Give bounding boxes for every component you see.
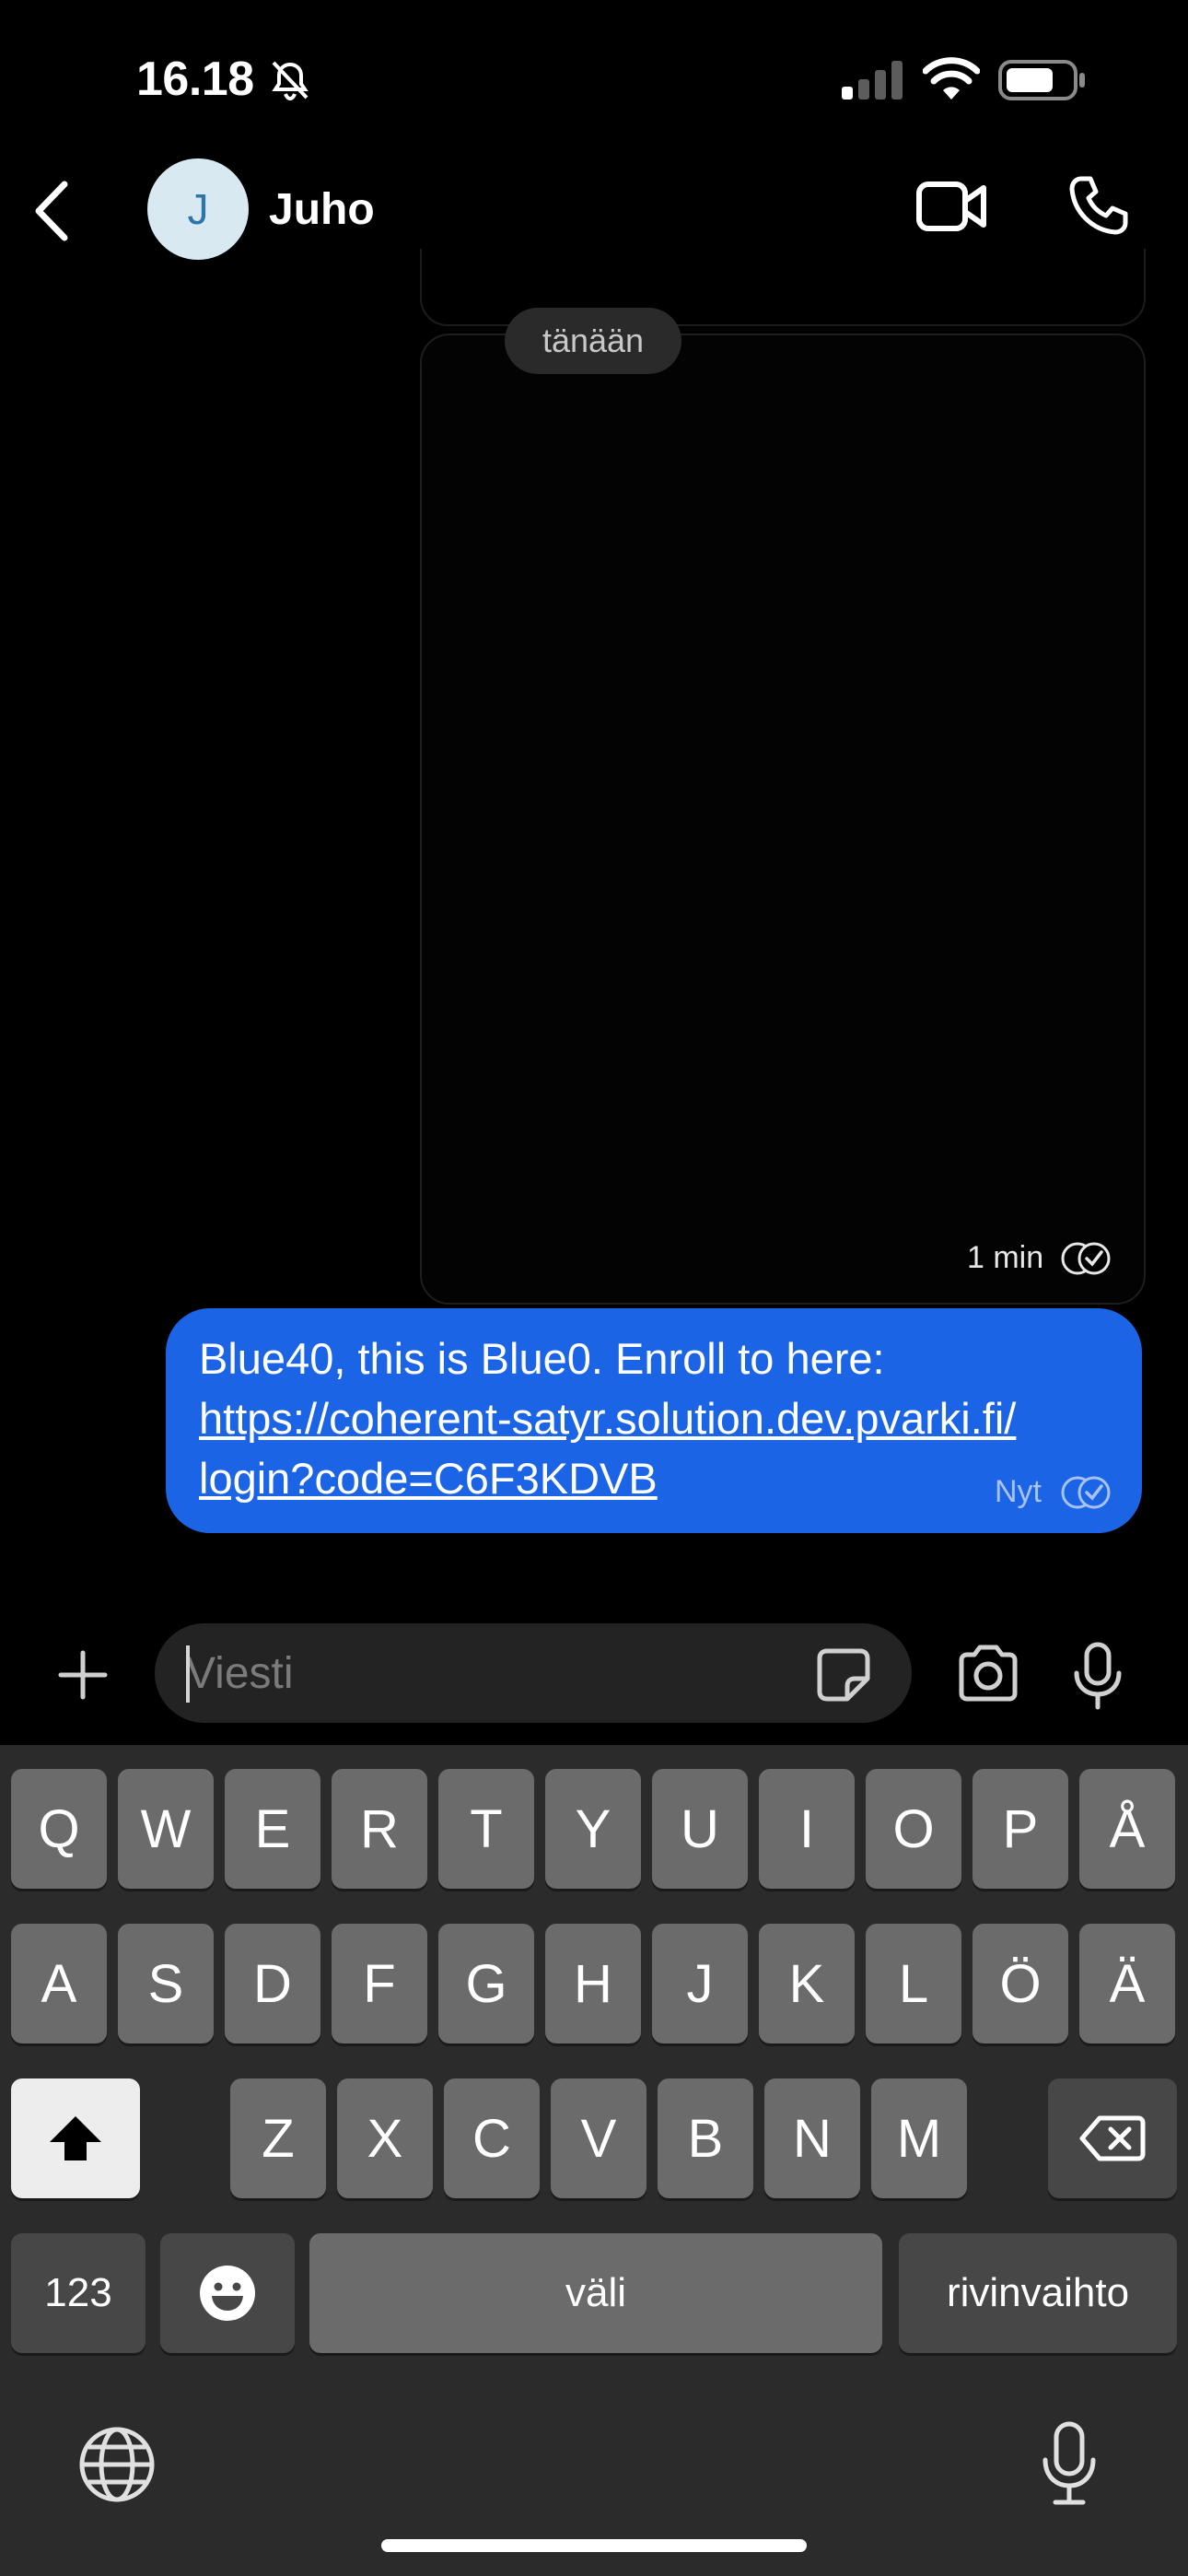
message-link-continued[interactable]: login?code=C6F3KDVB <box>199 1448 1120 1508</box>
status-time: 16.18 <box>136 53 254 106</box>
key-w[interactable]: W <box>118 1769 214 1889</box>
key-a-umlaut[interactable]: Ä <box>1079 1924 1175 2043</box>
message-line: Blue40, this is Blue0. Enroll to here: <box>199 1334 885 1383</box>
avatar-initial: J <box>187 185 209 233</box>
battery-icon <box>998 60 1085 100</box>
key-n[interactable]: N <box>764 2078 860 2198</box>
key-u[interactable]: U <box>652 1769 748 1889</box>
key-s[interactable]: S <box>118 1924 214 2043</box>
dictation-icon[interactable] <box>1041 2421 1098 2506</box>
phone-icon[interactable] <box>1068 175 1129 236</box>
key-i[interactable]: I <box>759 1769 855 1889</box>
sticker-icon[interactable] <box>814 1645 873 1704</box>
key-m[interactable]: M <box>871 2078 967 2198</box>
return-key[interactable]: rivinvaihto <box>899 2233 1177 2353</box>
message-time: Nyt <box>995 1474 1042 1509</box>
text-cursor <box>186 1645 190 1703</box>
double-check-icon <box>1061 1476 1111 1509</box>
key-t[interactable]: T <box>438 1769 534 1889</box>
key-h[interactable]: H <box>545 1924 641 2043</box>
mic-icon[interactable] <box>1072 1642 1124 1710</box>
media-message-time: 1 min <box>967 1240 1044 1275</box>
key-l[interactable]: L <box>866 1924 961 2043</box>
message-link[interactable]: https://coherent-satyr.solution.dev.pvar… <box>199 1388 1120 1448</box>
key-y[interactable]: Y <box>545 1769 641 1889</box>
space-key[interactable]: väli <box>309 2233 882 2353</box>
key-e[interactable]: E <box>225 1769 320 1889</box>
key-c[interactable]: C <box>444 2078 540 2198</box>
emoji-icon <box>200 2266 255 2321</box>
key-a[interactable]: A <box>11 1924 107 2043</box>
emoji-key[interactable] <box>160 2233 295 2353</box>
date-separator: tänään <box>505 308 681 374</box>
key-v[interactable]: V <box>551 2078 646 2198</box>
shift-key[interactable] <box>11 2078 140 2198</box>
globe-icon[interactable] <box>77 2425 157 2504</box>
key-k[interactable]: K <box>759 1924 855 2043</box>
video-call-icon[interactable] <box>915 179 987 234</box>
back-icon[interactable] <box>29 179 76 243</box>
wifi-icon <box>923 57 980 100</box>
key-r[interactable]: R <box>332 1769 427 1889</box>
avatar[interactable]: J <box>147 158 249 260</box>
key-o-umlaut[interactable]: Ö <box>973 1924 1068 2043</box>
key-j[interactable]: J <box>652 1924 748 2043</box>
key-x[interactable]: X <box>337 2078 433 2198</box>
signal-icon <box>842 61 903 100</box>
bell-muted-icon <box>272 61 309 101</box>
home-indicator[interactable] <box>381 2539 807 2552</box>
backspace-icon <box>1079 2115 1146 2161</box>
key-p[interactable]: P <box>973 1769 1068 1889</box>
key-f[interactable]: F <box>332 1924 427 2043</box>
camera-icon[interactable] <box>956 1644 1020 1703</box>
media-message-bubble[interactable] <box>420 334 1146 1305</box>
message-text: Blue40, this is Blue0. Enroll to here: h… <box>199 1329 1120 1508</box>
backspace-key[interactable] <box>1048 2078 1177 2198</box>
key-g[interactable]: G <box>438 1924 534 2043</box>
message-input-placeholder: Viesti <box>186 1649 294 1698</box>
key-b[interactable]: B <box>658 2078 753 2198</box>
key-z[interactable]: Z <box>230 2078 326 2198</box>
numbers-key[interactable]: 123 <box>11 2233 146 2353</box>
key-o[interactable]: O <box>866 1769 961 1889</box>
double-check-icon <box>1061 1242 1111 1275</box>
key-q[interactable]: Q <box>11 1769 107 1889</box>
key-a-ring[interactable]: Å <box>1079 1769 1175 1889</box>
key-d[interactable]: D <box>225 1924 320 2043</box>
plus-icon[interactable] <box>57 1649 109 1701</box>
contact-name[interactable]: Juho <box>269 184 375 235</box>
shift-icon <box>50 2116 101 2160</box>
